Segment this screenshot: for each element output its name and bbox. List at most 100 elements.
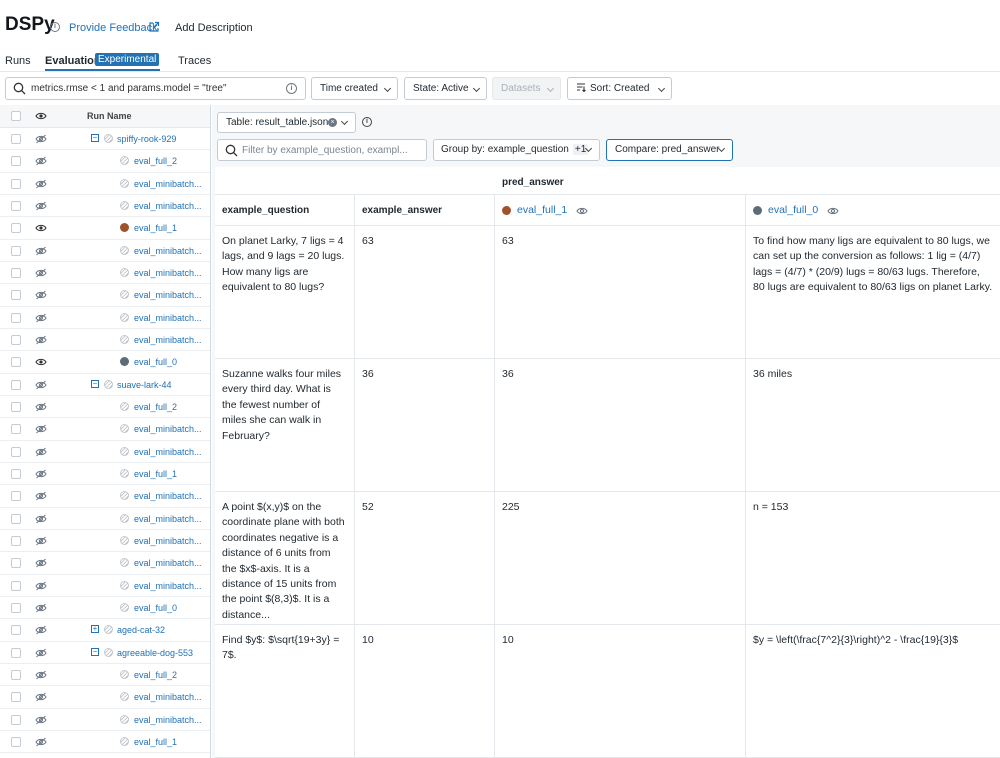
eye-off-icon[interactable]: [35, 692, 47, 702]
compare-dropdown[interactable]: Compare: pred_answer: [606, 139, 733, 161]
eye-off-icon[interactable]: [35, 380, 47, 390]
eye-icon[interactable]: [576, 206, 588, 216]
row-checkbox[interactable]: [11, 267, 21, 278]
row-checkbox[interactable]: [11, 468, 21, 479]
run-row[interactable]: eval_minibatch...: [0, 485, 210, 508]
row-checkbox[interactable]: [11, 290, 21, 301]
eye-icon[interactable]: [827, 206, 839, 216]
run-name-link[interactable]: eval_full_2: [134, 402, 177, 412]
run-name-link[interactable]: eval_full_0: [134, 357, 177, 367]
run-name-link[interactable]: spiffy-rook-929: [117, 134, 176, 144]
run-row[interactable]: eval_full_0: [0, 597, 210, 620]
eye-off-icon[interactable]: [35, 201, 47, 211]
provide-feedback-link[interactable]: Provide Feedback: [69, 22, 158, 34]
run-name-link[interactable]: eval_minibatch...: [134, 268, 202, 278]
eye-off-icon[interactable]: [35, 491, 47, 501]
run-name-link[interactable]: eval_full_0: [768, 203, 818, 218]
row-checkbox[interactable]: [11, 669, 21, 680]
row-checkbox[interactable]: [11, 558, 21, 569]
row-checkbox[interactable]: [11, 200, 21, 211]
run-group-row[interactable]: + aged-cat-32: [0, 619, 210, 642]
run-name-link[interactable]: eval_minibatch...: [134, 179, 202, 189]
run-name-link[interactable]: suave-lark-44: [117, 380, 172, 390]
run-name-link[interactable]: eval_minibatch...: [134, 536, 202, 546]
run-name-link[interactable]: aged-cat-32: [117, 625, 165, 635]
tab-traces[interactable]: Traces: [178, 55, 211, 67]
eye-icon[interactable]: [35, 223, 47, 233]
row-checkbox[interactable]: [11, 580, 21, 591]
run-row[interactable]: eval_minibatch...: [0, 173, 210, 195]
collapse-icon[interactable]: −: [91, 134, 99, 142]
group-by-dropdown[interactable]: Group by: example_question +1: [433, 139, 600, 161]
eye-off-icon[interactable]: [35, 268, 47, 278]
eye-icon[interactable]: [35, 357, 47, 367]
eye-off-icon[interactable]: [35, 402, 47, 412]
eye-off-icon[interactable]: [35, 558, 47, 568]
row-checkbox[interactable]: [11, 178, 21, 189]
add-description-button[interactable]: Add Description: [168, 16, 260, 40]
row-checkbox[interactable]: [11, 602, 21, 613]
run-name-link[interactable]: eval_minibatch...: [134, 447, 202, 457]
run-row[interactable]: eval_minibatch...: [0, 709, 210, 731]
row-checkbox[interactable]: [11, 357, 21, 368]
eye-off-icon[interactable]: [35, 514, 47, 524]
filter-input[interactable]: Filter by example_question, exampl...: [217, 139, 427, 161]
sort-dropdown[interactable]: Sort: Created: [567, 77, 672, 100]
run-name-link[interactable]: eval_full_1: [517, 203, 567, 218]
run-group-row[interactable]: − agreeable-dog-553: [0, 642, 210, 664]
run-row[interactable]: eval_minibatch...: [0, 441, 210, 463]
row-checkbox[interactable]: [11, 513, 21, 524]
run-row[interactable]: eval_full_1: [0, 463, 210, 486]
eye-off-icon[interactable]: [35, 313, 47, 323]
run-row[interactable]: eval_minibatch...: [0, 240, 210, 262]
row-checkbox[interactable]: [11, 245, 21, 256]
run-name-link[interactable]: eval_minibatch...: [134, 581, 202, 591]
run-name-link[interactable]: eval_minibatch...: [134, 491, 202, 501]
run-name-link[interactable]: eval_full_1: [134, 469, 177, 479]
eye-off-icon[interactable]: [35, 335, 47, 345]
eye-off-icon[interactable]: [35, 447, 47, 457]
collapse-icon[interactable]: −: [91, 647, 99, 656]
run-name-link[interactable]: eval_minibatch...: [134, 201, 202, 211]
row-checkbox[interactable]: [11, 334, 21, 345]
run-name-link[interactable]: eval_minibatch...: [134, 313, 202, 323]
select-all-checkbox[interactable]: [11, 111, 21, 121]
run-row[interactable]: eval_minibatch...: [0, 530, 210, 553]
row-checkbox[interactable]: [11, 491, 21, 502]
run-name-link[interactable]: agreeable-dog-553: [117, 648, 193, 658]
expand-icon[interactable]: +: [91, 625, 99, 634]
search-info-icon[interactable]: i: [286, 83, 297, 94]
run-name-link[interactable]: eval_full_1: [134, 737, 177, 747]
run-name-link[interactable]: eval_minibatch...: [134, 424, 202, 434]
row-checkbox[interactable]: [11, 134, 21, 144]
run-row[interactable]: eval_minibatch...: [0, 575, 210, 597]
run-row[interactable]: eval_minibatch...: [0, 552, 210, 575]
row-checkbox[interactable]: [11, 424, 21, 435]
eye-off-icon[interactable]: [35, 290, 47, 300]
eye-off-icon[interactable]: [35, 648, 47, 658]
eye-off-icon[interactable]: [35, 625, 47, 635]
eye-off-icon[interactable]: [35, 536, 47, 546]
run-row[interactable]: eval_full_1: [0, 217, 210, 240]
run-name-link[interactable]: eval_full_1: [134, 223, 177, 233]
run-row[interactable]: eval_minibatch...: [0, 686, 210, 709]
run-row[interactable]: eval_minibatch...: [0, 262, 210, 285]
run-row[interactable]: eval_minibatch...: [0, 329, 210, 352]
run-group-row[interactable]: − spiffy-rook-929: [0, 128, 210, 151]
run-name-link[interactable]: eval_full_2: [134, 156, 177, 166]
run-row[interactable]: eval_full_2: [0, 150, 210, 173]
row-checkbox[interactable]: [11, 535, 21, 546]
eye-off-icon[interactable]: [35, 670, 47, 680]
run-row[interactable]: eval_minibatch...: [0, 418, 210, 441]
datasets-dropdown[interactable]: Datasets: [492, 77, 561, 100]
run-row[interactable]: eval_full_0: [0, 351, 210, 374]
row-checkbox[interactable]: [11, 223, 21, 234]
run-name-link[interactable]: eval_minibatch...: [134, 290, 202, 300]
row-checkbox[interactable]: [11, 401, 21, 412]
run-row[interactable]: eval_minibatch...: [0, 307, 210, 329]
external-link-icon[interactable]: [148, 21, 160, 33]
run-row[interactable]: eval_full_2: [0, 664, 210, 687]
run-row[interactable]: eval_minibatch...: [0, 508, 210, 530]
run-row[interactable]: eval_minibatch...: [0, 195, 210, 218]
info-icon[interactable]: i: [50, 22, 60, 32]
